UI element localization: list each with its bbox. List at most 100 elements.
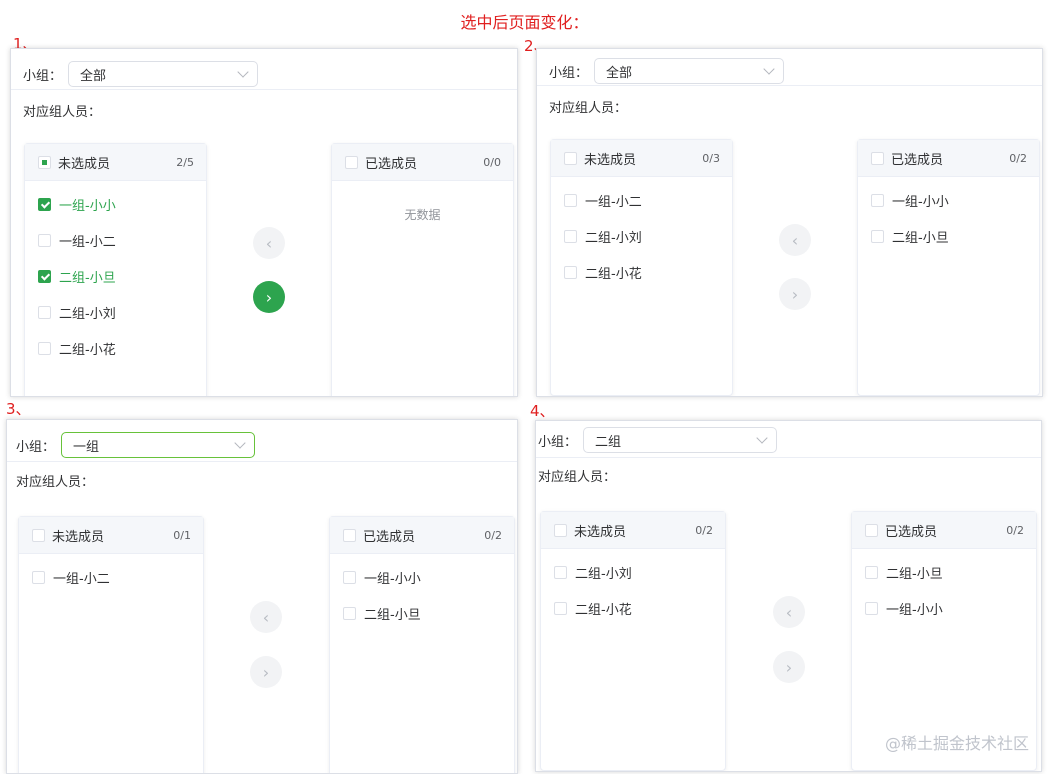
chevron-down-icon: [756, 432, 768, 444]
member-list: 一组-小小 二组-小旦: [330, 554, 514, 631]
select-all-checkbox[interactable]: [32, 528, 45, 542]
panel-header: 已选成员 0/2: [852, 512, 1036, 549]
select-all-checkbox[interactable]: [38, 155, 51, 169]
member-item[interactable]: 二组-小花: [25, 330, 206, 366]
member-list: 一组-小小一组-小二二组-小旦二组-小刘二组-小花: [25, 181, 206, 366]
member-checkbox[interactable]: [343, 570, 356, 584]
member-item[interactable]: 二组-小旦: [25, 258, 206, 294]
member-label: 一组-小二: [585, 194, 642, 210]
member-item[interactable]: 一组-小二: [551, 182, 732, 218]
member-item[interactable]: 二组-小旦: [852, 554, 1036, 590]
member-checkbox[interactable]: [865, 601, 878, 615]
member-item[interactable]: 一组-小二: [19, 559, 203, 595]
divider: [11, 89, 517, 90]
group-select[interactable]: 二组: [583, 427, 778, 453]
member-item[interactable]: 二组-小旦: [858, 218, 1039, 254]
panel-title: 已选成员: [363, 529, 416, 545]
panel-header: 未选成员 0/1: [19, 517, 203, 554]
transfer-card-4: 小组： 二组 对应组人员： 未选成员 0/2 二组-小刘 二组-小花 已选成员 0/2 二组-小旦…: [535, 420, 1042, 772]
member-checkbox[interactable]: [865, 565, 878, 579]
member-checkbox[interactable]: [554, 565, 567, 579]
member-checkbox[interactable]: [38, 341, 51, 355]
member-checkbox[interactable]: [343, 606, 356, 620]
member-checkbox[interactable]: [38, 269, 51, 283]
member-checkbox[interactable]: [564, 229, 577, 243]
panel-header: 已选成员 0/2: [330, 517, 514, 554]
select-all-checkbox[interactable]: [343, 528, 356, 542]
member-list: 一组-小二: [19, 554, 203, 595]
move-left-button[interactable]: ‹: [773, 596, 805, 628]
group-label: 小组：: [23, 68, 63, 84]
member-label: 二组-小旦: [59, 270, 116, 286]
member-label: 一组-小小: [59, 198, 116, 214]
panel-title: 未选成员: [584, 152, 637, 168]
empty-text: 无数据: [404, 208, 441, 222]
member-item[interactable]: 二组-小花: [551, 254, 732, 290]
member-label: 二组-小花: [575, 602, 632, 618]
selected-members-panel: 已选成员 0/2 一组-小小二组-小旦: [857, 139, 1040, 396]
group-select[interactable]: 全部: [68, 61, 259, 87]
member-item[interactable]: 一组-小小: [852, 590, 1036, 626]
panel-count: 0/0: [483, 155, 501, 169]
group-filter: 小组： 全部: [549, 58, 785, 84]
member-label: 二组-小刘: [585, 230, 642, 246]
group-select[interactable]: 一组: [61, 432, 256, 458]
unselected-members-panel: 未选成员 2/5 一组-小小 一组-小二 二组-小旦 二组-小刘 二组-小花: [24, 143, 207, 396]
member-checkbox[interactable]: [564, 193, 577, 207]
group-select-value: 一组: [73, 439, 100, 455]
member-list: 一组-小二二组-小刘二组-小花: [551, 177, 732, 290]
member-item[interactable]: 二组-小花: [541, 590, 725, 626]
divider: [536, 457, 1041, 458]
group-select[interactable]: 全部: [594, 58, 785, 84]
unselected-members-panel: 未选成员 0/1 一组-小二: [18, 516, 204, 773]
group-label: 小组：: [549, 65, 589, 81]
move-left-button[interactable]: ‹: [253, 227, 285, 259]
move-right-button[interactable]: ›: [773, 651, 805, 683]
member-checkbox[interactable]: [564, 265, 577, 279]
panel-header: 已选成员 0/0: [332, 144, 513, 181]
member-item[interactable]: 二组-小刘: [25, 294, 206, 330]
move-right-button[interactable]: ›: [253, 281, 285, 313]
member-item[interactable]: 二组-小刘: [541, 554, 725, 590]
panel-title: 已选成员: [885, 524, 938, 540]
member-checkbox[interactable]: [38, 233, 51, 247]
select-all-checkbox[interactable]: [554, 523, 567, 537]
selected-members-panel: 已选成员 0/0 无数据: [331, 143, 514, 396]
chevron-down-icon: [234, 437, 246, 449]
watermark: @稀土掘金技术社区: [884, 734, 1029, 753]
select-all-checkbox[interactable]: [564, 151, 577, 165]
panel-title: 未选成员: [58, 156, 111, 172]
member-item[interactable]: 二组-小旦: [330, 595, 514, 631]
member-label: 二组-小旦: [892, 230, 949, 246]
member-label: 二组-小花: [59, 342, 116, 358]
move-right-button[interactable]: ›: [250, 656, 282, 688]
transfer-card-1: 小组： 全部 对应组人员： 未选成员 2/5 一组-小小 一组-小二 二组-小旦 二组-小刘 二组…: [10, 48, 518, 397]
panel-header: 已选成员 0/2: [858, 140, 1039, 177]
group-label: 小组：: [16, 439, 56, 455]
member-checkbox[interactable]: [32, 570, 45, 584]
member-checkbox[interactable]: [38, 197, 51, 211]
move-right-button[interactable]: ›: [779, 278, 811, 310]
member-checkbox[interactable]: [38, 305, 51, 319]
member-item[interactable]: 一组-小小: [858, 182, 1039, 218]
member-checkbox[interactable]: [871, 193, 884, 207]
select-all-checkbox[interactable]: [345, 155, 358, 169]
member-item[interactable]: 一组-小二: [25, 222, 206, 258]
member-item[interactable]: 一组-小小: [330, 559, 514, 595]
panel-header: 未选成员 2/5: [25, 144, 206, 181]
member-item[interactable]: 二组-小刘: [551, 218, 732, 254]
member-checkbox[interactable]: [871, 229, 884, 243]
select-all-checkbox[interactable]: [871, 151, 884, 165]
select-all-checkbox[interactable]: [865, 523, 878, 537]
panel-title: 已选成员: [365, 156, 418, 172]
member-item[interactable]: 一组-小小: [25, 186, 206, 222]
group-filter: 小组： 二组: [538, 427, 778, 453]
chevron-down-icon: [237, 66, 249, 78]
member-list: 二组-小旦 一组-小小: [852, 549, 1036, 626]
move-left-button[interactable]: ‹: [250, 601, 282, 633]
move-left-button[interactable]: ‹: [779, 224, 811, 256]
panel-count: 0/3: [702, 151, 720, 165]
panel-count: 0/2: [484, 528, 502, 542]
unselected-members-panel: 未选成员 0/2 二组-小刘 二组-小花: [540, 511, 726, 771]
member-checkbox[interactable]: [554, 601, 567, 615]
